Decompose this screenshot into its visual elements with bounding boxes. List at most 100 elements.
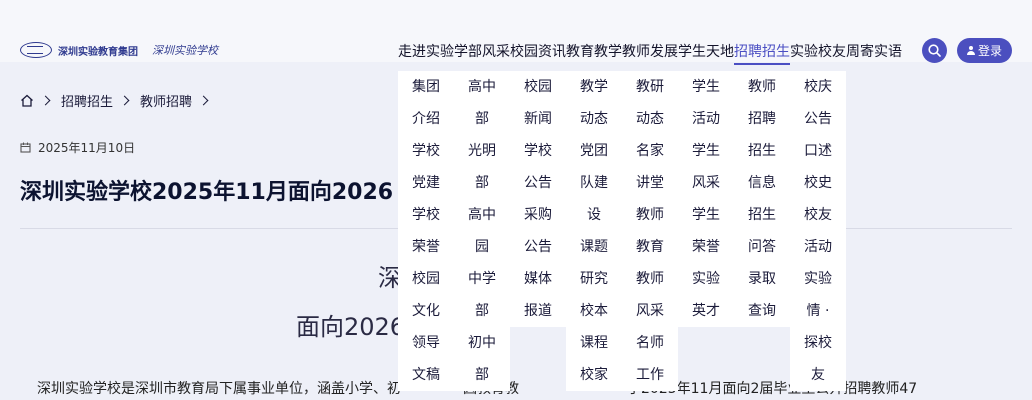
- mega-menu-item[interactable]: 教研: [622, 71, 678, 103]
- mega-menu-item[interactable]: 高中: [454, 199, 510, 231]
- mega-menu-column: 教学 动态 党团 队建设课题 研究 校本 课程 校家: [566, 71, 622, 391]
- mega-menu-item[interactable]: 探校: [790, 327, 846, 359]
- mega-menu-item[interactable]: 信息: [734, 167, 790, 199]
- page-title: 深圳实验学校2025年11月面向2026: [20, 180, 394, 205]
- login-label: 登录: [977, 44, 1002, 58]
- mega-menu-item[interactable]: 校庆: [790, 71, 846, 103]
- mega-menu-item[interactable]: 新闻: [510, 103, 566, 135]
- mega-menu-item[interactable]: 教育: [622, 231, 678, 263]
- mega-menu-item[interactable]: 教师: [622, 199, 678, 231]
- search-icon: [928, 44, 941, 57]
- mega-menu-item[interactable]: 介绍: [398, 103, 454, 135]
- mega-menu-item[interactable]: 口述: [790, 135, 846, 167]
- mega-menu-item[interactable]: 研究: [566, 263, 622, 295]
- breadcrumb: 招聘招生 教师招聘: [20, 91, 213, 110]
- breadcrumb-item[interactable]: 教师招聘: [140, 91, 192, 110]
- mega-menu-column: 校园 新闻 学校 公告 采购 公告 媒体 报道: [510, 71, 566, 327]
- mega-menu-item[interactable]: 部: [454, 103, 510, 135]
- mega-menu-item[interactable]: 校园: [398, 263, 454, 295]
- login-button[interactable]: 登录: [957, 38, 1012, 63]
- nav-item[interactable]: 招聘招生: [734, 41, 790, 65]
- mega-menu-item[interactable]: 查询: [734, 295, 790, 327]
- mega-menu-item[interactable]: 招生: [734, 199, 790, 231]
- mega-menu-item[interactable]: 风采: [678, 167, 734, 199]
- mega-menu-item[interactable]: 招聘: [734, 103, 790, 135]
- home-icon[interactable]: [20, 94, 34, 107]
- mega-menu-item[interactable]: 讲堂: [622, 167, 678, 199]
- mega-menu-item[interactable]: 问答: [734, 231, 790, 263]
- mega-menu-item[interactable]: 风采: [622, 295, 678, 327]
- breadcrumb-item[interactable]: 招聘招生: [61, 91, 113, 110]
- mega-menu-item[interactable]: 名家: [622, 135, 678, 167]
- nav-item[interactable]: 走进实验: [398, 41, 454, 65]
- mega-menu-item[interactable]: 学校: [398, 135, 454, 167]
- mega-menu-item[interactable]: 名师: [622, 327, 678, 359]
- mega-menu-item[interactable]: 学生: [678, 135, 734, 167]
- mega-menu-item[interactable]: 课程: [566, 327, 622, 359]
- mega-menu-column: 教研 动态 名家 讲堂 教师 教育 教师 风采 名师 工作: [622, 71, 678, 391]
- mega-menu-item[interactable]: 校园: [510, 71, 566, 103]
- nav-item[interactable]: 周寄实语: [846, 41, 902, 65]
- mega-menu-item[interactable]: 设: [566, 199, 622, 231]
- nav-item[interactable]: 学部风采: [454, 41, 510, 65]
- mega-menu-item[interactable]: 学校: [398, 199, 454, 231]
- mega-menu-item[interactable]: 实验: [678, 263, 734, 295]
- mega-menu-item[interactable]: 公告: [510, 231, 566, 263]
- main-nav: 走进实验 学部风采 校园资讯 教育教学 教师发展 学生天地 招聘招生 实验校友 周寄实语: [398, 41, 902, 65]
- mega-menu-item[interactable]: 工作: [622, 359, 678, 391]
- mega-menu-item[interactable]: 情 ·: [790, 295, 846, 327]
- mega-menu-item[interactable]: 学生: [678, 199, 734, 231]
- mega-menu-item[interactable]: 友: [790, 359, 846, 391]
- article-date: 2025年11月10日: [20, 139, 135, 156]
- mega-menu-item[interactable]: 教学: [566, 71, 622, 103]
- mega-menu-item[interactable]: 校家: [566, 359, 622, 391]
- mega-menu-item[interactable]: 初中: [454, 327, 510, 359]
- mega-menu-item[interactable]: 党建: [398, 167, 454, 199]
- mega-menu-item[interactable]: 招生: [734, 135, 790, 167]
- mega-menu-item[interactable]: 队建: [566, 167, 622, 199]
- mega-menu-column: 校庆 公告 口述 校史 校友 活动 实验情 · 探校友: [790, 71, 846, 391]
- mega-menu-item[interactable]: 采购: [510, 199, 566, 231]
- mega-menu-item[interactable]: 动态: [566, 103, 622, 135]
- mega-menu-item[interactable]: 媒体: [510, 263, 566, 295]
- mega-menu-item[interactable]: 动态: [622, 103, 678, 135]
- nav-item[interactable]: 教育教学: [566, 41, 622, 65]
- mega-menu-item[interactable]: 活动: [678, 103, 734, 135]
- mega-menu-item[interactable]: 学生: [678, 71, 734, 103]
- mega-menu-item[interactable]: 部: [454, 359, 510, 391]
- nav-item[interactable]: 教师发展: [622, 41, 678, 65]
- site-logo[interactable]: 深圳实验教育集团 深圳实验学校: [20, 42, 218, 58]
- mega-menu-item[interactable]: 文稿: [398, 359, 454, 391]
- search-button[interactable]: [922, 38, 947, 63]
- mega-menu-item[interactable]: 实验: [790, 263, 846, 295]
- mega-menu-item[interactable]: 部: [454, 167, 510, 199]
- mega-menu-item[interactable]: 英才: [678, 295, 734, 327]
- mega-menu-item[interactable]: 领导: [398, 327, 454, 359]
- mega-menu-item[interactable]: 校友: [790, 199, 846, 231]
- mega-menu-item[interactable]: 荣誉: [398, 231, 454, 263]
- mega-menu-item[interactable]: 公告: [790, 103, 846, 135]
- mega-menu-item[interactable]: 园: [454, 231, 510, 263]
- mega-menu-item[interactable]: 课题: [566, 231, 622, 263]
- mega-menu-item[interactable]: 部: [454, 295, 510, 327]
- mega-menu-item[interactable]: 教师: [622, 263, 678, 295]
- mega-menu-item[interactable]: 公告: [510, 167, 566, 199]
- mega-menu-item[interactable]: 中学: [454, 263, 510, 295]
- mega-menu-item[interactable]: 录取: [734, 263, 790, 295]
- nav-item[interactable]: 学生天地: [678, 41, 734, 65]
- mega-menu-item[interactable]: 集团: [398, 71, 454, 103]
- mega-menu-item[interactable]: 校史: [790, 167, 846, 199]
- mega-menu-item[interactable]: 活动: [790, 231, 846, 263]
- mega-menu-item[interactable]: 光明: [454, 135, 510, 167]
- nav-item[interactable]: 校园资讯: [510, 41, 566, 65]
- mega-menu-item[interactable]: 高中: [454, 71, 510, 103]
- mega-menu-item[interactable]: 学校: [510, 135, 566, 167]
- mega-menu-item[interactable]: 教师: [734, 71, 790, 103]
- mega-menu-item[interactable]: 校本: [566, 295, 622, 327]
- mega-menu-item[interactable]: 文化: [398, 295, 454, 327]
- mega-menu-item[interactable]: 荣誉: [678, 231, 734, 263]
- mega-menu-item[interactable]: 党团: [566, 135, 622, 167]
- site-header: 深圳实验教育集团 深圳实验学校 走进实验 学部风采 校园资讯 教育教学 教师发展 学生天地…: [0, 0, 1032, 65]
- nav-item[interactable]: 实验校友: [790, 41, 846, 65]
- mega-menu-item[interactable]: 报道: [510, 295, 566, 327]
